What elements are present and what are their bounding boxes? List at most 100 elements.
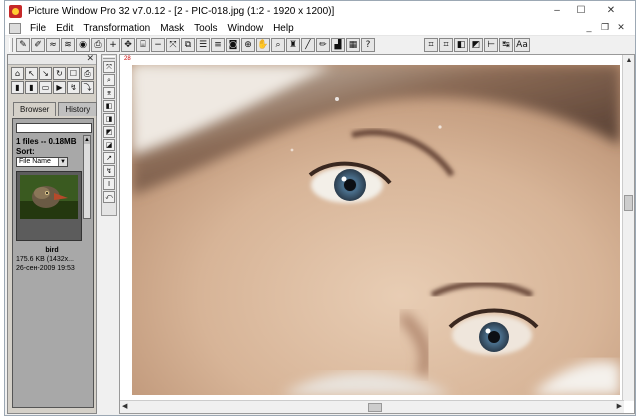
- vertical-scroll-thumb[interactable]: [624, 195, 633, 211]
- close-button[interactable]: ✕: [593, 3, 629, 17]
- sort-select[interactable]: File Name ▼: [16, 157, 68, 167]
- panel-titlebar[interactable]: ✕: [8, 53, 96, 65]
- printer-icon[interactable]: ⎙: [91, 38, 105, 52]
- tab-browser[interactable]: Browser: [13, 102, 57, 116]
- blob-icon[interactable]: ◉: [76, 38, 90, 52]
- mask-right-icon[interactable]: ◨: [103, 113, 115, 125]
- document-controls: _ ❐ ✕: [581, 22, 629, 33]
- menu-help[interactable]: Help: [268, 23, 299, 34]
- text-cursor-icon[interactable]: ⊢: [484, 38, 498, 52]
- expand-icon[interactable]: ⤧: [166, 38, 180, 52]
- title-bar[interactable]: Picture Window Pro 32 v7.0.12 - [2 - PIC…: [5, 1, 635, 21]
- thumbnail-card[interactable]: [16, 171, 82, 241]
- lasso-icon[interactable]: ↯: [103, 165, 115, 177]
- folder-icon[interactable]: ▭: [39, 81, 52, 94]
- thumbnail-name: bird: [45, 247, 59, 254]
- app-logo-icon[interactable]: [9, 4, 22, 18]
- sort-label: Sort:: [16, 147, 35, 156]
- arrow-down-right-icon[interactable]: ↘: [39, 67, 52, 80]
- line-icon[interactable]: ╱: [301, 38, 315, 52]
- menu-window[interactable]: Window: [223, 23, 269, 34]
- split-icon[interactable]: ◧: [454, 38, 468, 52]
- doc-minimize-button[interactable]: _: [581, 22, 597, 33]
- undo-icon[interactable]: ⤺: [103, 191, 115, 203]
- equals-icon[interactable]: ≡: [211, 38, 225, 52]
- arrow-return-icon[interactable]: ⤵: [81, 81, 94, 94]
- crop-alt-icon[interactable]: ⌗: [439, 38, 453, 52]
- plus-icon[interactable]: +: [106, 38, 120, 52]
- home-icon[interactable]: ⌂: [11, 67, 24, 80]
- scroll-left-icon[interactable]: ◀: [122, 401, 127, 413]
- minimize-button[interactable]: –: [545, 3, 569, 17]
- arrow-up-left-icon[interactable]: ↖: [25, 67, 38, 80]
- horizontal-scrollbar[interactable]: ◀ ▶: [120, 400, 624, 413]
- pencil-icon[interactable]: ✏: [316, 38, 330, 52]
- resize-icon[interactable]: ↹: [499, 38, 513, 52]
- scroll-up-icon[interactable]: ▲: [623, 55, 635, 67]
- mask-bottom-icon[interactable]: ◪: [103, 139, 115, 151]
- play-icon[interactable]: ▶: [53, 81, 66, 94]
- doc-close-button[interactable]: ✕: [613, 22, 629, 33]
- frame-icon[interactable]: ◩: [469, 38, 483, 52]
- text-icon[interactable]: Aa: [514, 38, 530, 52]
- horizontal-scroll-thumb[interactable]: [368, 403, 382, 412]
- browser-tools: ⌂ ↖ ↘ ↻ ☐ ⎙ ▮ ▮ ▭ ▶ ↯ ⤵: [8, 65, 96, 96]
- chevron-down-icon[interactable]: ▼: [58, 158, 67, 166]
- bracket-icon[interactable]: ⌸: [136, 38, 150, 52]
- minus-icon[interactable]: −: [151, 38, 165, 52]
- histogram-icon[interactable]: ▟: [331, 38, 345, 52]
- zigzag-icon[interactable]: ≋: [61, 38, 75, 52]
- wave-icon[interactable]: ≈: [46, 38, 60, 52]
- scroll-up-icon[interactable]: ▲: [84, 136, 90, 144]
- mask-top-icon[interactable]: ◩: [103, 126, 115, 138]
- crop-icon[interactable]: ⌗: [424, 38, 438, 52]
- trash-icon[interactable]: ▮: [11, 81, 24, 94]
- doc-restore-button[interactable]: ❐: [597, 22, 613, 33]
- menu-edit[interactable]: Edit: [51, 23, 78, 34]
- pen-icon[interactable]: ✎: [16, 38, 30, 52]
- text-cursor-icon[interactable]: I: [103, 178, 115, 190]
- thumbnail-date: 26-сен-2009 19:53: [16, 265, 75, 272]
- vertical-toolbar-grip[interactable]: [103, 56, 115, 59]
- path-input[interactable]: [16, 123, 92, 133]
- document-menu-icon[interactable]: [9, 22, 21, 34]
- grid-icon[interactable]: ▦: [346, 38, 360, 52]
- move-icon[interactable]: ✥: [121, 38, 135, 52]
- browser-scrollbar[interactable]: ▲: [83, 135, 91, 219]
- circle-icon[interactable]: ◙: [226, 38, 240, 52]
- lightning-icon[interactable]: ↯: [67, 81, 80, 94]
- arrow-icon[interactable]: ↗: [103, 152, 115, 164]
- magnify-icon[interactable]: ⌕: [271, 38, 285, 52]
- target-icon[interactable]: ⊕: [241, 38, 255, 52]
- stamp-icon[interactable]: ♜: [286, 38, 300, 52]
- scroll-right-icon[interactable]: ▶: [617, 401, 622, 413]
- window-icon[interactable]: ☐: [67, 67, 80, 80]
- panel-close-icon[interactable]: ✕: [86, 53, 94, 64]
- zoom-icon[interactable]: ⌕: [103, 74, 115, 86]
- bird-thumbnail-icon: [20, 175, 78, 219]
- file-icon[interactable]: ▮: [25, 81, 38, 94]
- menu-file[interactable]: File: [25, 23, 51, 34]
- main-toolbar: ✎ ✐ ≈ ≋ ◉ ⎙ + ✥ ⌸ − ⤧ ⧉ ☰ ≡ ◙ ⊕ ✋ ⌕ ♜ ╱ …: [5, 36, 635, 54]
- maximize-button[interactable]: ☐: [569, 3, 593, 17]
- vertical-scrollbar[interactable]: ▲: [622, 55, 634, 401]
- refresh-icon[interactable]: ↻: [53, 67, 66, 80]
- list-icon[interactable]: ☰: [196, 38, 210, 52]
- mask-left-icon[interactable]: ◧: [103, 100, 115, 112]
- tab-history[interactable]: History: [58, 102, 98, 116]
- brush-icon[interactable]: ✐: [31, 38, 45, 52]
- image-canvas[interactable]: [132, 65, 620, 395]
- ruler-mark: 28: [124, 56, 131, 62]
- thumbnail-image[interactable]: [20, 175, 78, 219]
- help-icon[interactable]: ?: [361, 38, 375, 52]
- transform-icon[interactable]: ⤧: [103, 61, 115, 73]
- menu-mask[interactable]: Mask: [155, 23, 189, 34]
- toolbar-grip[interactable]: [9, 38, 13, 52]
- menu-tools[interactable]: Tools: [189, 23, 222, 34]
- perspective-icon[interactable]: ⌆: [103, 87, 115, 99]
- menu-transformation[interactable]: Transformation: [78, 23, 155, 34]
- window-title: Picture Window Pro 32 v7.0.12 - [2 - PIC…: [28, 5, 335, 17]
- print-icon[interactable]: ⎙: [81, 67, 94, 80]
- hand-icon[interactable]: ✋: [256, 38, 270, 52]
- layers-icon[interactable]: ⧉: [181, 38, 195, 52]
